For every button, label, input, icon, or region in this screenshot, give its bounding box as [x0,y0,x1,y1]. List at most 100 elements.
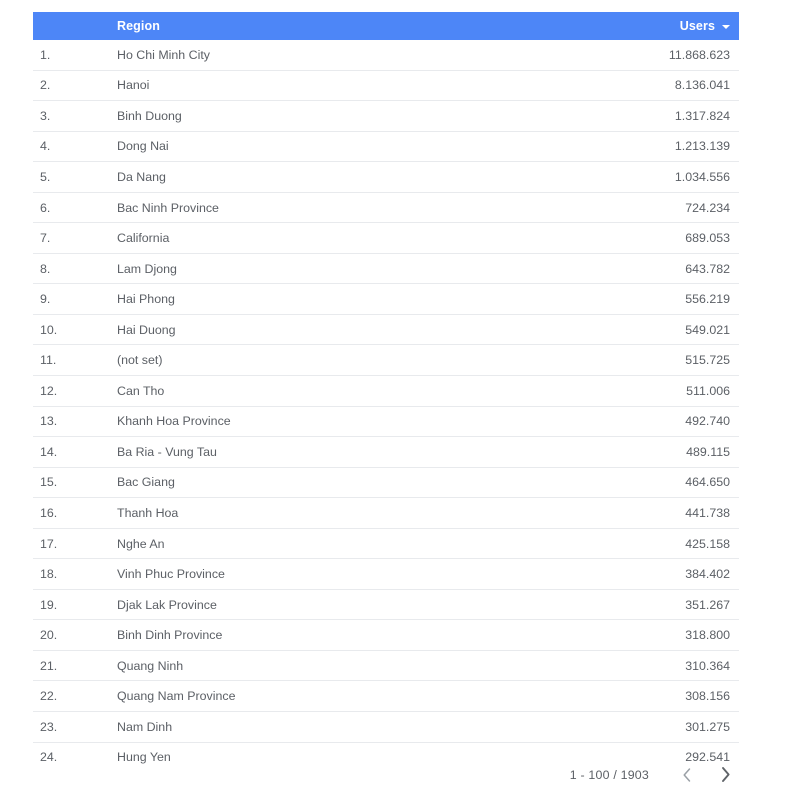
row-users: 556.219 [685,292,730,307]
table-row[interactable]: 7. California 689.053 [33,222,739,254]
table-row[interactable]: 20. Binh Dinh Province 318.800 [33,619,739,651]
row-region[interactable]: Dong Nai [117,131,549,162]
table-row[interactable]: 6. Bac Ninh Province 724.234 [33,192,739,223]
row-index: 6. [40,200,51,215]
table-row[interactable]: 5. Da Nang 1.034.556 [33,161,739,193]
row-index: 23. [40,719,58,734]
row-region[interactable]: Nghe An [117,528,549,559]
row-index: 19. [40,597,58,612]
row-users: 8.136.041 [674,78,730,93]
table-header-row: Region Users [33,12,739,40]
row-region[interactable]: Binh Duong [117,101,549,132]
row-region[interactable]: Lam Djong [117,253,549,284]
table-row[interactable]: 16. Thanh Hoa 441.738 [33,497,739,529]
table-row[interactable]: 1. Ho Chi Minh City 11.868.623 [33,40,739,71]
table-row[interactable]: 15. Bac Giang 464.650 [33,467,739,498]
row-region[interactable]: Ba Ria - Vung Tau [117,437,549,468]
row-index: 18. [40,567,58,582]
column-header-index [33,12,117,40]
row-index: 24. [40,750,58,764]
row-region[interactable]: Bac Ninh Province [117,192,549,223]
row-region[interactable]: Ho Chi Minh City [117,40,549,70]
table-row[interactable]: 14. Ba Ria - Vung Tau 489.115 [33,436,739,468]
table-row[interactable]: 22. Quang Nam Province 308.156 [33,680,739,712]
region-report-panel: Region Users 1. Ho Chi Minh City 11.868.… [0,0,800,787]
next-page-button[interactable] [711,763,739,787]
row-index: 2. [40,78,51,93]
row-region[interactable]: Quang Ninh [117,650,549,681]
row-users: 489.115 [686,444,730,459]
row-index: 17. [40,536,58,551]
row-users: 1.317.824 [674,108,730,123]
row-region[interactable]: Da Nang [117,162,549,193]
table-row[interactable]: 23. Nam Dinh 301.275 [33,711,739,743]
row-users: 425.158 [685,536,730,551]
pagination-bar: 1 - 100 / 1903 [33,762,739,787]
row-users: 1.213.139 [674,139,730,154]
table-row[interactable]: 19. Djak Lak Province 351.267 [33,589,739,620]
row-region[interactable]: Bac Giang [117,467,549,498]
row-users: 689.053 [685,231,730,246]
region-users-table: Region Users 1. Ho Chi Minh City 11.868.… [33,12,739,764]
column-header-users[interactable]: Users [549,12,739,40]
chevron-right-icon [721,767,730,782]
row-region[interactable]: Hai Phong [117,284,549,315]
row-region[interactable]: (not set) [117,345,549,376]
row-region[interactable]: Thanh Hoa [117,498,549,529]
previous-page-button[interactable] [673,763,701,787]
row-users: 511.006 [686,383,730,398]
row-region[interactable]: Hung Yen [117,742,549,764]
row-index: 4. [40,139,51,154]
row-users: 1.034.556 [674,169,730,184]
row-region[interactable]: California [117,223,549,254]
table-row[interactable]: 2. Hanoi 8.136.041 [33,70,739,101]
row-index: 21. [40,658,58,673]
row-region[interactable]: Binh Dinh Province [117,620,549,651]
row-region[interactable]: Can Tho [117,376,549,407]
row-index: 12. [40,383,58,398]
row-users: 492.740 [685,414,730,429]
row-region[interactable]: Vinh Phuc Province [117,559,549,590]
row-users: 351.267 [685,597,730,612]
pagination-range-label: 1 - 100 / 1903 [569,767,649,782]
row-index: 11. [40,353,57,368]
row-index: 3. [40,108,51,123]
table-row[interactable]: 17. Nghe An 425.158 [33,528,739,559]
row-users: 310.364 [685,658,730,673]
sort-descending-caret-icon[interactable] [722,25,730,29]
table-row[interactable]: 4. Dong Nai 1.213.139 [33,131,739,162]
row-index: 8. [40,261,51,276]
table-row[interactable]: 12. Can Tho 511.006 [33,375,739,407]
table-header: Region Users [33,12,739,40]
table-row[interactable]: 10. Hai Duong 549.021 [33,314,739,345]
row-index: 9. [40,292,51,307]
row-region[interactable]: Khanh Hoa Province [117,406,549,437]
table-row[interactable]: 21. Quang Ninh 310.364 [33,650,739,681]
table-row[interactable]: 13. Khanh Hoa Province 492.740 [33,406,739,437]
table-row[interactable]: 9. Hai Phong 556.219 [33,283,739,315]
table-row[interactable]: 3. Binh Duong 1.317.824 [33,100,739,132]
row-index: 10. [40,322,58,337]
row-index: 1. [40,47,51,62]
column-header-users-inner: Users [680,19,730,33]
row-index: 20. [40,628,58,643]
row-users: 549.021 [685,322,730,337]
row-region[interactable]: Djak Lak Province [117,589,549,620]
row-region[interactable]: Hanoi [117,70,549,101]
column-header-users-label: Users [679,19,715,33]
table-body: 1. Ho Chi Minh City 11.868.623 2. Hanoi … [33,40,739,764]
table-row[interactable]: 24. Hung Yen 292.541 [33,742,739,764]
row-region[interactable]: Hai Duong [117,314,549,345]
row-users: 301.275 [685,719,730,734]
chevron-left-icon [683,767,691,782]
row-region[interactable]: Quang Nam Province [117,681,549,712]
row-index: 5. [40,169,51,184]
row-users: 724.234 [685,200,730,215]
column-header-region[interactable]: Region [117,12,549,40]
row-region[interactable]: Nam Dinh [117,712,549,743]
table-row[interactable]: 11. (not set) 515.725 [33,344,739,376]
table-row[interactable]: 18. Vinh Phuc Province 384.402 [33,558,739,590]
row-users: 515.725 [685,353,730,368]
row-index: 13. [40,414,58,429]
table-row[interactable]: 8. Lam Djong 643.782 [33,253,739,284]
